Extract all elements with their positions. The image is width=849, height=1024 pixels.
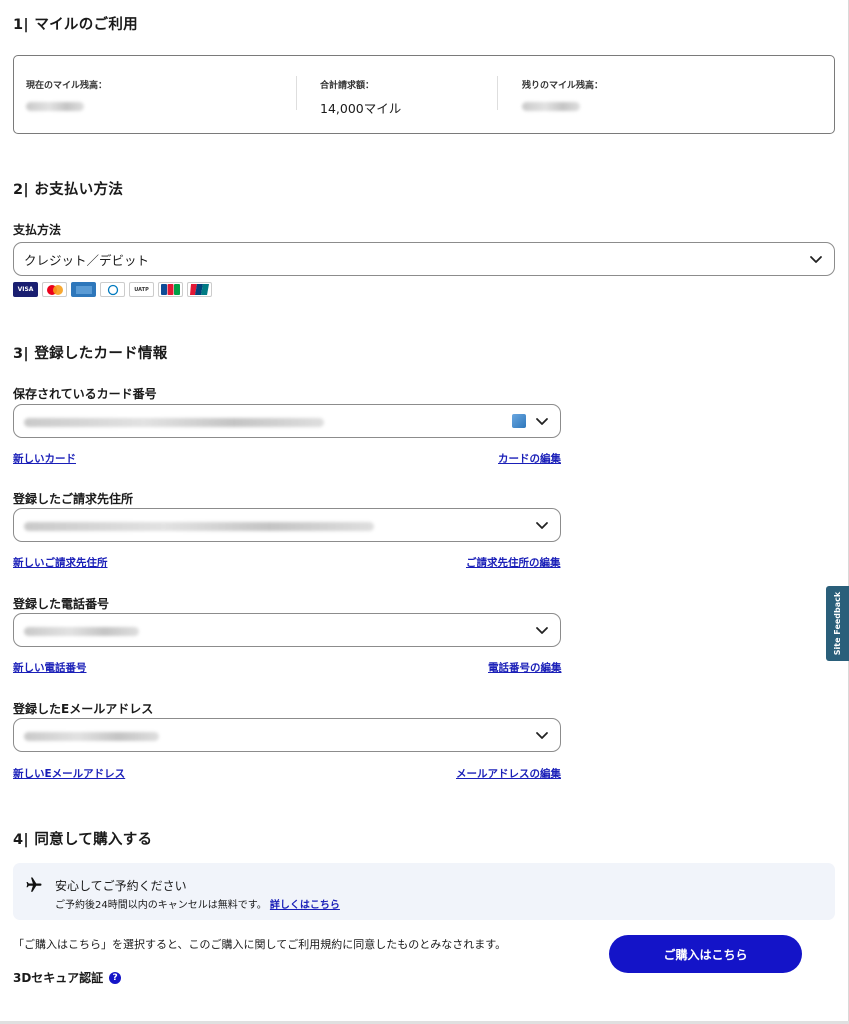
purchase-button[interactable]: ご購入はこちら xyxy=(609,935,802,973)
saved-card-select[interactable] xyxy=(13,404,561,438)
new-phone-link[interactable]: 新しい電話番号 xyxy=(13,660,87,675)
3d-secure: 3Dセキュア認証 ? xyxy=(13,969,122,986)
airplane-icon xyxy=(25,876,43,894)
site-feedback-label: Site Feedback xyxy=(833,591,843,656)
chevron-down-icon xyxy=(534,622,550,638)
site-feedback-tab[interactable]: Site Feedback xyxy=(826,586,849,661)
divider xyxy=(296,76,297,110)
help-icon[interactable]: ? xyxy=(109,971,122,984)
checkout-page: 1| マイルのご利用 現在のマイル残高： 合計請求額： 14,000マイル 残り… xyxy=(0,0,849,1024)
total-charge-value: 14,000マイル xyxy=(320,101,402,116)
mastercard-icon xyxy=(42,282,67,297)
new-email-link[interactable]: 新しいEメールアドレス xyxy=(13,766,125,781)
phone-select[interactable] xyxy=(13,613,561,647)
payment-section-title: 2| お支払い方法 xyxy=(13,182,124,198)
payment-method-value: クレジット／デビット xyxy=(24,252,150,268)
edit-email-link[interactable]: メールアドレスの編集 xyxy=(456,766,561,781)
card-brand-icons: VISA UATP xyxy=(13,282,212,297)
learn-more-link[interactable]: 詳しくはこちら xyxy=(270,900,340,911)
jcb-icon xyxy=(158,282,183,297)
visa-icon: VISA xyxy=(13,282,38,297)
saved-card-value-redacted xyxy=(24,417,324,427)
current-miles-label: 現在のマイル残高： xyxy=(26,81,108,91)
payment-method-select[interactable]: クレジット／デビット xyxy=(13,242,835,276)
chevron-down-icon xyxy=(534,727,550,743)
reassurance-banner: 安心してご予約ください ご予約後24時間以内のキャンセルは無料です。 詳しくはこ… xyxy=(13,863,835,920)
reassurance-text: ご予約後24時間以内のキャンセルは無料です。 詳しくはこちら xyxy=(55,896,340,911)
edit-address-link[interactable]: ご請求先住所の編集 xyxy=(466,555,561,570)
remaining-miles: 残りのマイル残高： xyxy=(522,78,603,113)
current-miles-value-redacted xyxy=(26,102,84,111)
current-miles: 現在のマイル残高： xyxy=(26,78,107,113)
billing-address-value-redacted xyxy=(24,521,374,531)
edit-phone-link[interactable]: 電話番号の編集 xyxy=(488,660,562,675)
chevron-down-icon xyxy=(534,413,550,429)
edit-card-link[interactable]: カードの編集 xyxy=(498,451,561,466)
cancellation-note: ご予約後24時間以内のキャンセルは無料です。 xyxy=(55,900,267,911)
billing-address-label: 登録したご請求先住所 xyxy=(13,492,134,506)
remaining-miles-label: 残りのマイル残高： xyxy=(522,81,604,91)
saved-card-label: 保存されているカード番号 xyxy=(13,387,157,401)
chevron-down-icon xyxy=(808,251,824,267)
billing-address-select[interactable] xyxy=(13,508,561,542)
payment-method-label: 支払方法 xyxy=(13,223,62,237)
cards-section-title: 3| 登録したカード情報 xyxy=(13,346,168,362)
agree-section-title: 4| 同意して購入する xyxy=(13,832,153,848)
email-select[interactable] xyxy=(13,718,561,752)
chevron-down-icon xyxy=(534,517,550,533)
miles-summary-box: 現在のマイル残高： 合計請求額： 14,000マイル 残りのマイル残高： xyxy=(13,55,835,134)
terms-notice: 「ご購入はこちら」を選択すると、このご購入に関してご利用規約に同意したものとみな… xyxy=(13,938,507,951)
total-charge: 合計請求額： 14,000マイル xyxy=(320,78,401,117)
diners-icon xyxy=(100,282,125,297)
new-card-link[interactable]: 新しいカード xyxy=(13,451,76,466)
amex-icon xyxy=(71,282,96,297)
email-value-redacted xyxy=(24,731,159,741)
uatp-icon: UATP xyxy=(129,282,154,297)
card-brand-icon xyxy=(512,414,526,428)
email-label: 登録したEメールアドレス xyxy=(13,702,154,716)
divider xyxy=(497,76,498,110)
reassurance-title: 安心してご予約ください xyxy=(55,879,187,893)
remaining-miles-value-redacted xyxy=(522,102,580,111)
total-charge-label: 合計請求額： xyxy=(320,81,375,91)
unionpay-icon xyxy=(187,282,212,297)
new-address-link[interactable]: 新しいご請求先住所 xyxy=(13,555,108,570)
3d-secure-label: 3Dセキュア認証 xyxy=(13,971,104,985)
phone-label: 登録した電話番号 xyxy=(13,597,110,611)
phone-value-redacted xyxy=(24,626,139,636)
miles-section-title: 1| マイルのご利用 xyxy=(13,17,138,33)
